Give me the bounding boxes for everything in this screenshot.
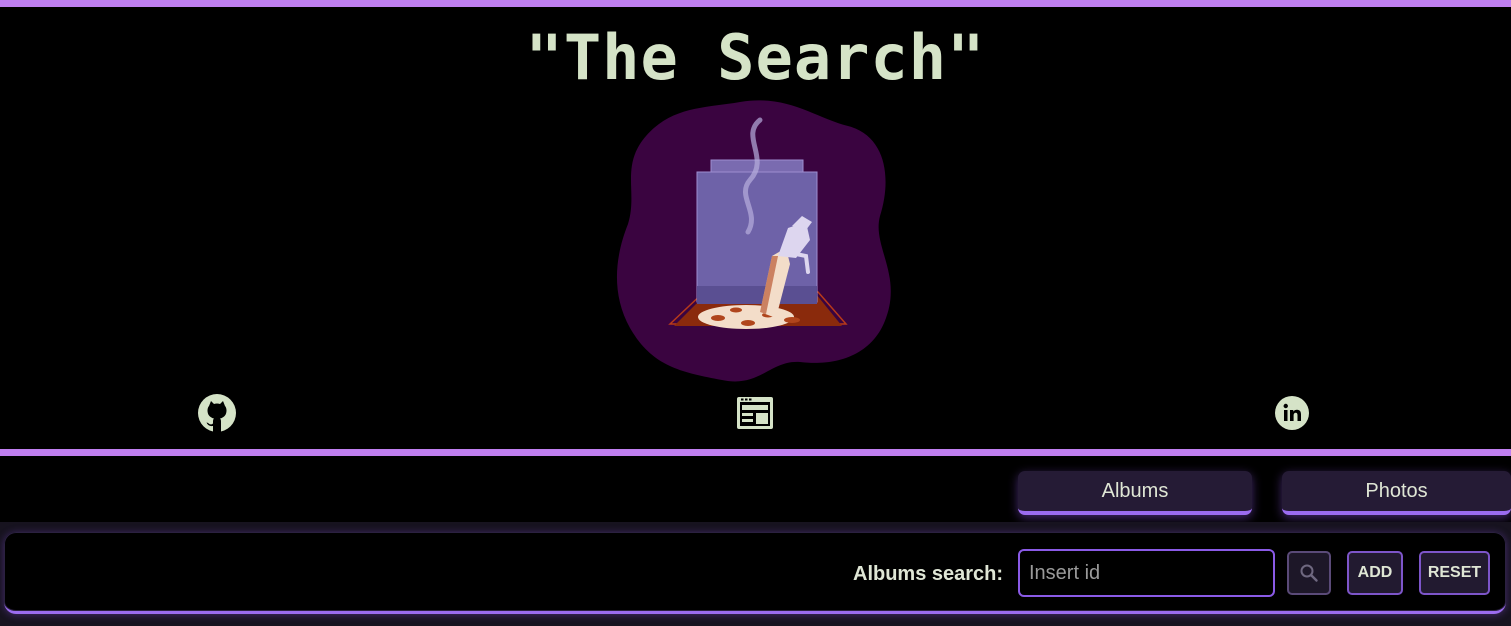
search-button[interactable] [1287, 551, 1331, 595]
page-title: "The Search" [525, 21, 986, 94]
search-panel [4, 532, 1506, 614]
linkedin-link[interactable] [1274, 395, 1310, 431]
search-label: Albums search: [853, 563, 1004, 585]
reset-button[interactable]: RESET [1419, 551, 1490, 595]
github-icon [198, 394, 236, 432]
github-link[interactable] [197, 393, 237, 433]
section-divider [0, 449, 1511, 456]
logo-pizza-oven-icon [610, 96, 900, 386]
search-input[interactable] [1018, 549, 1275, 597]
linkedin-icon [1275, 396, 1309, 430]
tab-albums[interactable]: Albums [1018, 471, 1252, 515]
add-button[interactable]: ADD [1347, 551, 1403, 595]
magnifier-icon [1300, 564, 1318, 582]
website-link[interactable] [735, 393, 775, 433]
website-icon [737, 397, 773, 429]
tab-photos[interactable]: Photos [1282, 471, 1511, 515]
top-accent-border [0, 0, 1511, 7]
